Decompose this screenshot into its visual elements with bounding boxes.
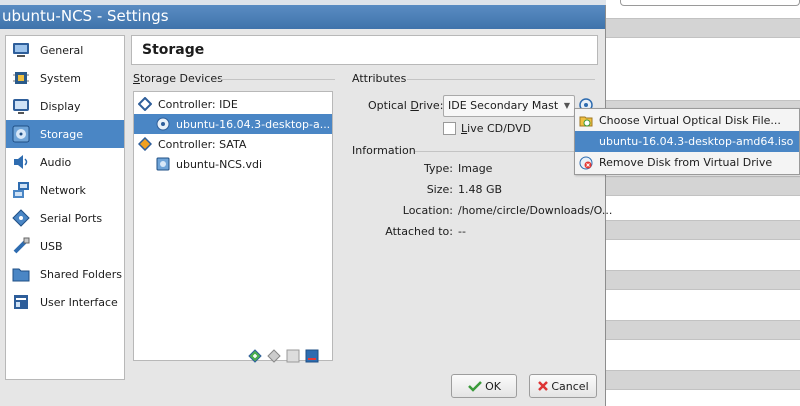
tree-item-label: Controller: IDE	[158, 97, 238, 111]
menu-item-ubuntu-iso[interactable]: ubuntu-16.04.3-desktop-amd64.iso	[575, 131, 799, 152]
sidebar-item-shared-folders[interactable]: Shared Folders	[6, 260, 124, 288]
sidebar-item-label: System	[40, 71, 82, 85]
sidebar-item-label: Display	[40, 99, 81, 113]
divider	[219, 79, 335, 80]
sidebar-item-label: Audio	[40, 155, 72, 169]
sidebar-item-label: Serial Ports	[40, 211, 103, 225]
sidebar-item-display[interactable]: Display	[6, 92, 124, 120]
sidebar-item-audio[interactable]: Audio	[6, 148, 124, 176]
tree-item-label: Controller: SATA	[158, 137, 247, 151]
ui-icon	[12, 293, 30, 311]
chip-icon	[12, 69, 30, 87]
usb-icon	[12, 237, 30, 255]
divider	[415, 151, 595, 152]
add-controller-icon[interactable]	[248, 349, 263, 364]
sidebar-item-label: USB	[40, 239, 63, 253]
remove-controller-icon[interactable]	[267, 349, 282, 364]
tree-optical-disk[interactable]: ubuntu-16.04.3-desktop-a...	[134, 114, 332, 134]
cancel-button[interactable]: Cancel	[529, 374, 597, 398]
information-label: Information	[352, 144, 416, 157]
monitor-icon	[12, 41, 30, 59]
tree-controller-sata[interactable]: Controller: SATA	[134, 134, 332, 154]
window-title[interactable]: ubuntu-NCS - Settings	[0, 5, 605, 29]
sidebar-item-label: General	[40, 43, 84, 57]
info-attached-value: --	[458, 225, 466, 238]
hard-disk-icon	[156, 157, 170, 171]
info-type-key: Type:	[424, 162, 453, 175]
close-icon	[538, 381, 549, 391]
tree-item-label: ubuntu-16.04.3-desktop-a...	[176, 117, 331, 131]
sidebar-item-serial-ports[interactable]: Serial Ports	[6, 204, 124, 232]
controller-icon	[137, 96, 153, 112]
sidebar-item-user-interface[interactable]: User Interface	[6, 288, 124, 316]
page-title: Storage	[131, 35, 598, 65]
content-area: Storage Storage Devices Controller: IDE …	[131, 35, 612, 398]
attributes-label: Attributes	[352, 72, 407, 85]
background-window	[606, 0, 800, 406]
serial-icon	[12, 209, 30, 227]
info-size-key: Size:	[426, 183, 453, 196]
storage-toolbar	[248, 349, 320, 364]
remove-attachment-icon[interactable]	[305, 349, 320, 364]
optical-disk-menu: Choose Virtual Optical Disk File... ubun…	[574, 108, 800, 175]
info-attached-key: Attached to:	[385, 225, 453, 238]
controller-icon	[137, 136, 153, 152]
choose-disk-icon	[579, 114, 593, 128]
divider	[407, 79, 595, 80]
check-icon	[468, 381, 482, 392]
add-attachment-icon[interactable]	[286, 349, 301, 364]
sidebar-item-label: Shared Folders	[40, 267, 122, 281]
ok-button[interactable]: OK	[451, 374, 517, 398]
background-box	[620, 0, 800, 6]
info-location-key: Location:	[402, 204, 453, 217]
info-location-value: /home/circle/Downloads/O...	[458, 204, 613, 217]
sidebar-item-system[interactable]: System	[6, 64, 124, 92]
display-icon	[12, 97, 30, 115]
info-size-value: 1.48 GB	[458, 183, 503, 196]
sidebar-item-general[interactable]: General	[6, 36, 124, 64]
menu-item-choose-disk[interactable]: Choose Virtual Optical Disk File...	[575, 110, 799, 131]
sidebar-item-label: Network	[40, 183, 86, 197]
settings-dialog: ubuntu-NCS - Settings General System Dis…	[0, 5, 612, 406]
storage-icon	[12, 125, 30, 143]
sidebar-item-label: Storage	[40, 127, 84, 141]
settings-sidebar: General System Display Storage Audio Net…	[5, 35, 125, 380]
storage-devices-label: Storage Devices	[133, 72, 223, 85]
info-type-value: Image	[458, 162, 493, 175]
sidebar-item-storage[interactable]: Storage	[6, 120, 124, 148]
menu-item-remove-disk[interactable]: Remove Disk from Virtual Drive	[575, 152, 799, 173]
optical-drive-select[interactable]: IDE Secondary Mast ▼	[443, 95, 575, 117]
tree-item-label: ubuntu-NCS.vdi	[176, 157, 263, 171]
speaker-icon	[12, 153, 30, 171]
sidebar-item-usb[interactable]: USB	[6, 232, 124, 260]
network-icon	[12, 181, 30, 199]
tree-controller-ide[interactable]: Controller: IDE	[134, 94, 332, 114]
storage-tree[interactable]: Controller: IDE ubuntu-16.04.3-desktop-a…	[133, 91, 333, 361]
sidebar-item-label: User Interface	[40, 295, 118, 309]
remove-disk-icon	[579, 156, 593, 170]
optical-disk-icon	[156, 117, 170, 131]
optical-drive-label: Optical Drive:	[368, 99, 444, 112]
tree-hard-disk[interactable]: ubuntu-NCS.vdi	[134, 154, 332, 174]
live-cd-checkbox[interactable]	[443, 122, 456, 135]
chevron-down-icon: ▼	[563, 101, 570, 110]
live-cd-label[interactable]: Live CD/DVD	[461, 122, 531, 135]
folder-icon	[12, 265, 30, 283]
sidebar-item-network[interactable]: Network	[6, 176, 124, 204]
